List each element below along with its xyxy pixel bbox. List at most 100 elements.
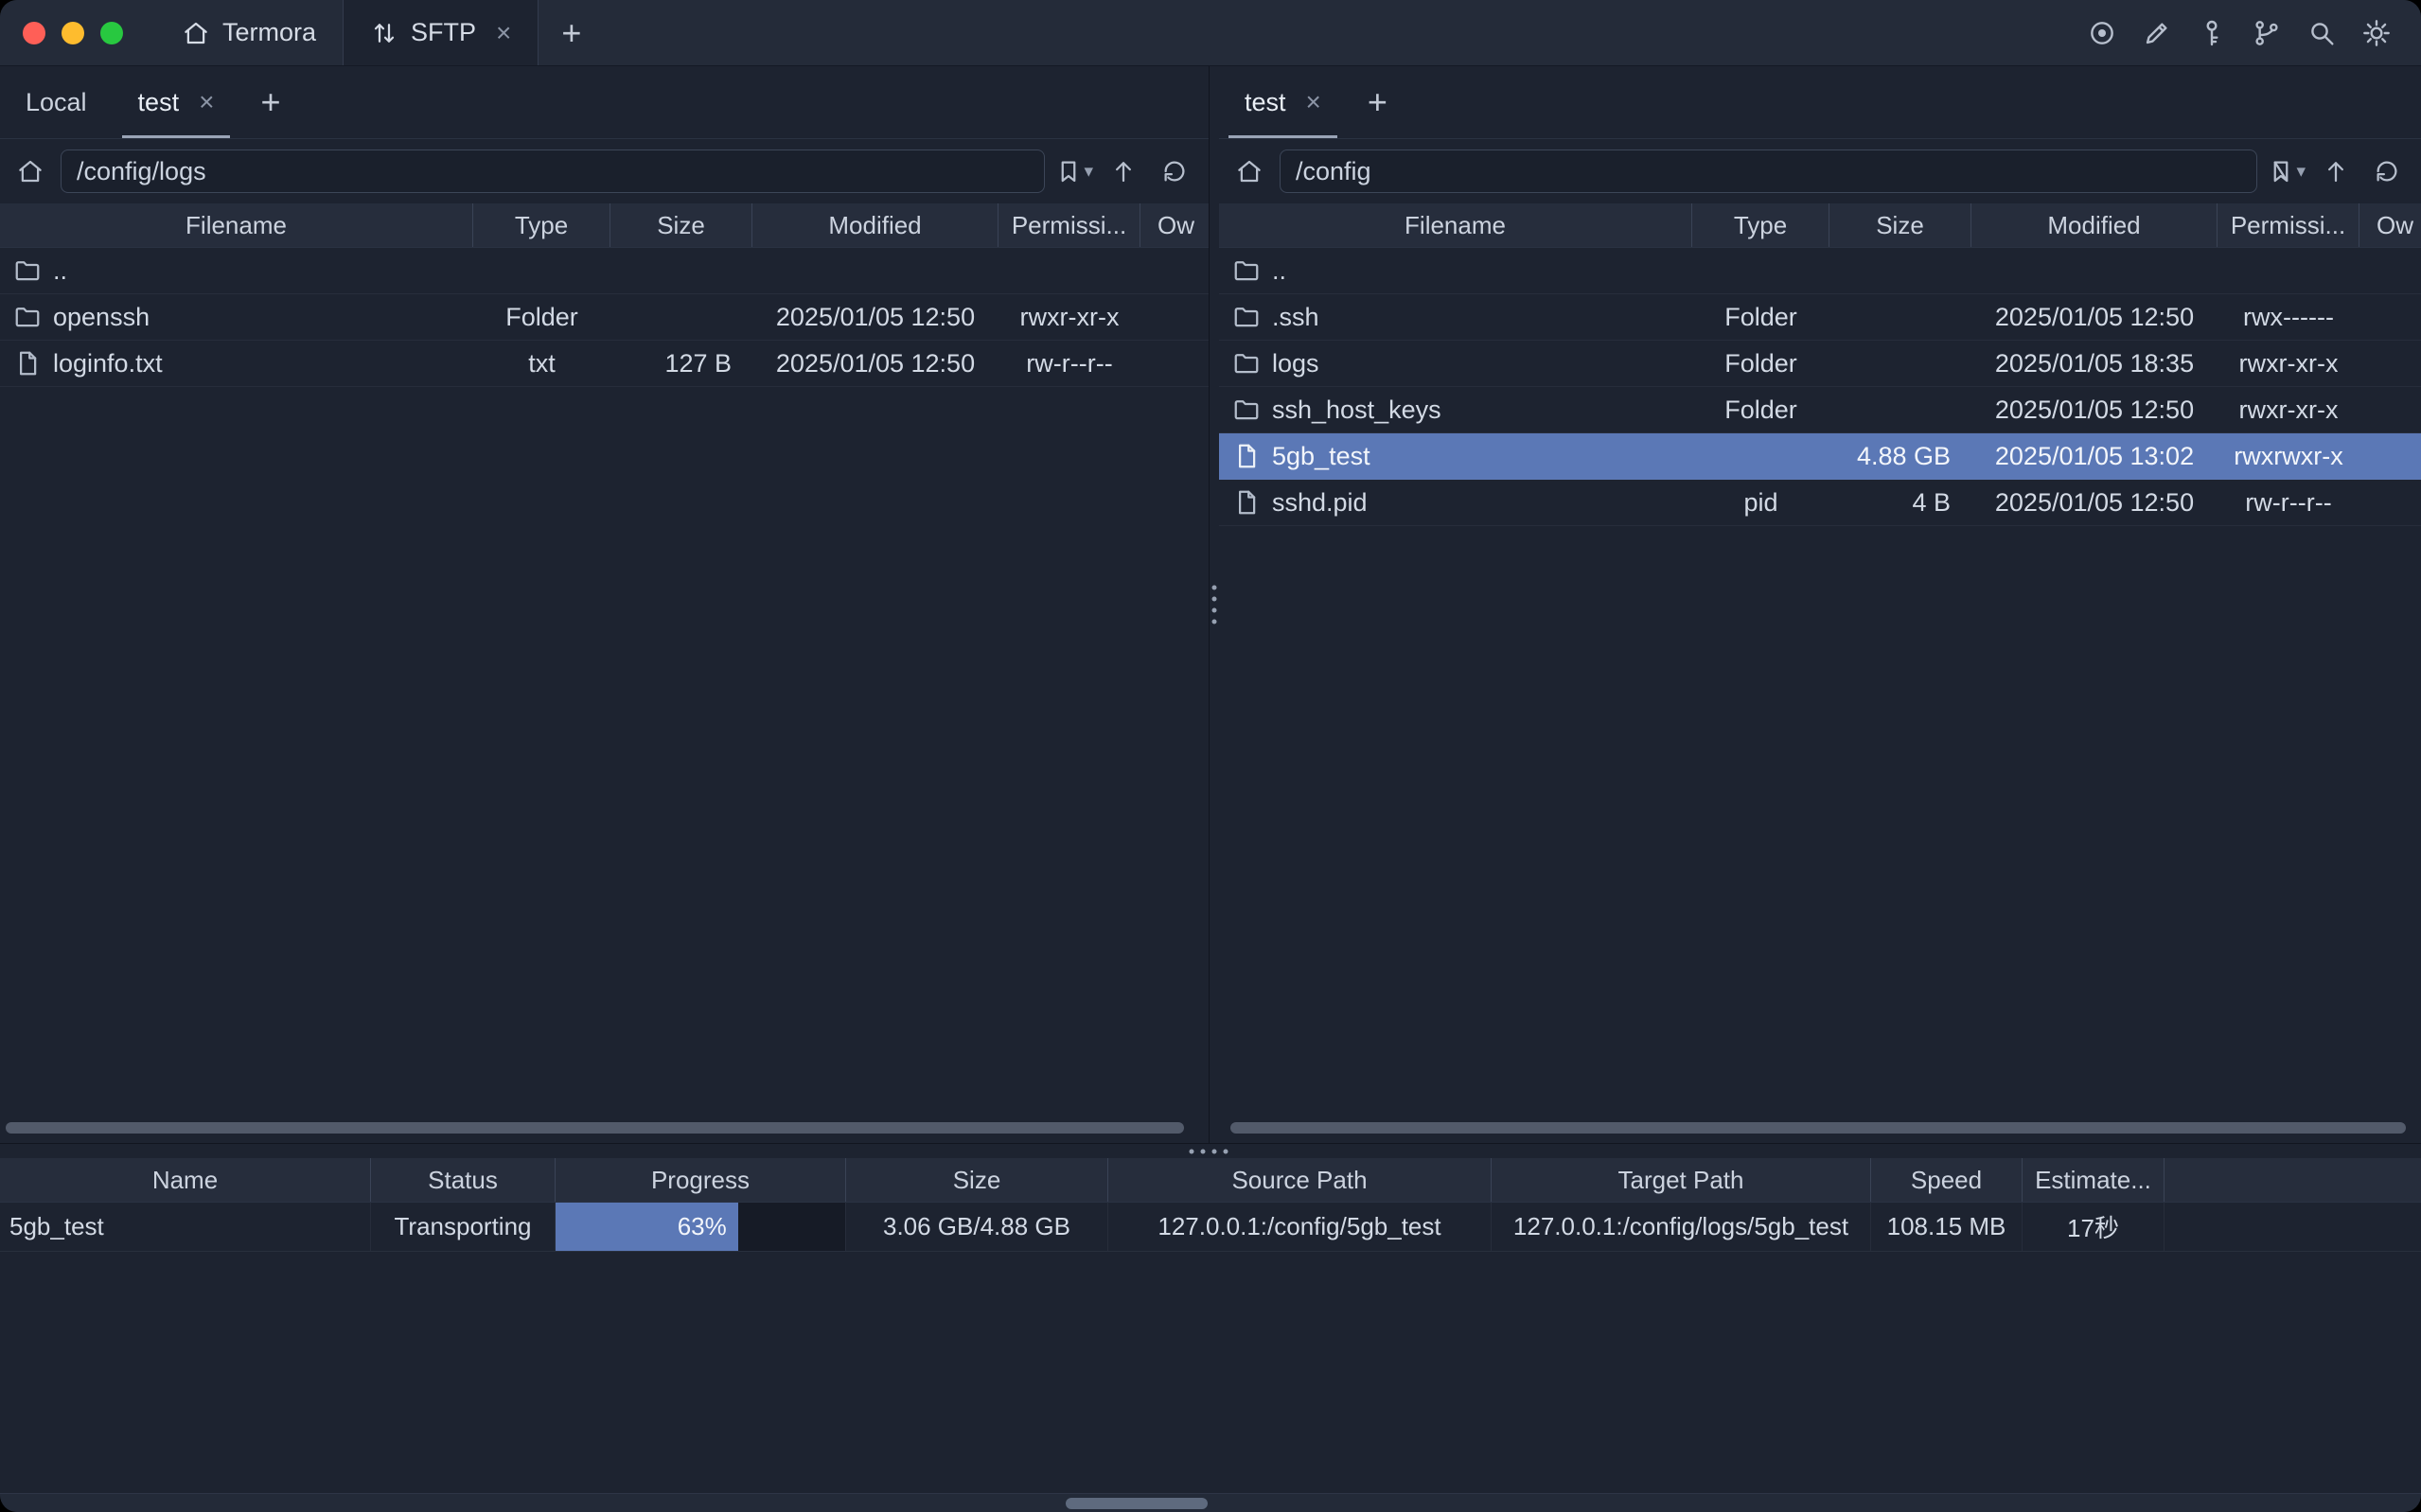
scrollbar-thumb[interactable] — [6, 1122, 1184, 1134]
column-header-modified[interactable]: Modified — [1971, 203, 2218, 247]
column-header-type[interactable]: Type — [473, 203, 610, 247]
cell-owner — [1140, 248, 1209, 293]
bookmark-button[interactable]: ▾ — [2267, 157, 2306, 185]
file-row[interactable]: .. — [1219, 248, 2421, 294]
column-header-source-path[interactable]: Source Path — [1108, 1158, 1492, 1202]
tab-test[interactable]: test × — [113, 66, 240, 138]
column-header-progress[interactable]: Progress — [556, 1158, 846, 1202]
tab-sftp-label: SFTP — [411, 18, 476, 47]
column-header-status[interactable]: Status — [371, 1158, 556, 1202]
tab-local[interactable]: Local — [0, 66, 113, 138]
parent-directory-button[interactable] — [1103, 150, 1144, 192]
refresh-button[interactable] — [1154, 150, 1195, 192]
file-row[interactable]: .. — [0, 248, 1209, 294]
filename-text: 5gb_test — [1272, 442, 1370, 471]
column-header-filename[interactable]: Filename — [0, 203, 473, 247]
scrollbar-thumb[interactable] — [1066, 1498, 1208, 1509]
tab-termora-label: Termora — [222, 18, 316, 47]
cell-filename: logs — [1219, 341, 1692, 386]
panel-split-handle-vertical[interactable] — [1209, 66, 1219, 1143]
bottom-horizontal-scrollbar[interactable] — [0, 1493, 2421, 1512]
cell-modified: 2025/01/05 18:35 — [1971, 341, 2218, 386]
add-session-tab-button[interactable]: + — [239, 66, 301, 138]
cell-size — [1829, 294, 1971, 340]
column-header-speed[interactable]: Speed — [1871, 1158, 2023, 1202]
scrollbar-thumb[interactable] — [1230, 1122, 2406, 1134]
new-window-tab-button[interactable]: + — [539, 0, 604, 65]
plus-icon: + — [260, 85, 280, 119]
column-header-type[interactable]: Type — [1692, 203, 1829, 247]
zoom-window-button[interactable] — [100, 22, 123, 44]
cell-owner — [2359, 387, 2421, 432]
panel-split-handle-horizontal[interactable] — [0, 1143, 2421, 1158]
column-header-estimate[interactable]: Estimate... — [2023, 1158, 2165, 1202]
column-header-size[interactable]: Size — [610, 203, 752, 247]
file-row[interactable]: loginfo.txttxt127 B2025/01/05 12:50rw-r-… — [0, 341, 1209, 387]
cell-progress: 63% — [556, 1203, 846, 1251]
horizontal-scrollbar[interactable] — [6, 1122, 1203, 1134]
parent-directory-button[interactable] — [2315, 150, 2357, 192]
file-row[interactable]: opensshFolder2025/01/05 12:50rwxr-xr-x — [0, 294, 1209, 341]
file-icon — [13, 349, 42, 378]
gear-icon — [2361, 18, 2392, 48]
left-panel: Local test × + — [0, 66, 1209, 1143]
keys-button[interactable] — [2190, 11, 2234, 55]
column-header-owner[interactable]: Ow — [2359, 203, 2421, 247]
cell-size: 4 B — [1829, 480, 1971, 525]
path-input[interactable] — [1280, 149, 2257, 193]
filename-text: logs — [1272, 349, 1319, 378]
transfer-row[interactable]: 5gb_testTransporting63%3.06 GB/4.88 GB12… — [0, 1203, 2421, 1252]
home-button[interactable] — [1228, 150, 1270, 192]
tab-termora[interactable]: Termora — [155, 0, 343, 65]
cell-owner — [2359, 294, 2421, 340]
column-header-name[interactable]: Name — [0, 1158, 371, 1202]
record-button[interactable] — [2080, 11, 2124, 55]
tab-test[interactable]: test × — [1219, 66, 1347, 138]
search-button[interactable] — [2300, 11, 2343, 55]
horizontal-scrollbar[interactable] — [1225, 1122, 2415, 1134]
port-forwarding-button[interactable] — [2245, 11, 2288, 55]
cell-size — [1829, 341, 1971, 386]
file-row[interactable]: 5gb_test4.88 GB2025/01/05 13:02rwxrwxr-x — [1219, 433, 2421, 480]
progress-bar: 63% — [556, 1203, 845, 1251]
tab-sftp[interactable]: SFTP × — [343, 0, 539, 65]
column-header-filler — [2165, 1158, 2421, 1202]
settings-button[interactable] — [2355, 11, 2398, 55]
refresh-button[interactable] — [2366, 150, 2408, 192]
column-header-size[interactable]: Size — [846, 1158, 1108, 1202]
chevron-down-icon[interactable]: ▾ — [2296, 163, 2306, 181]
column-header-permissions[interactable]: Permissi... — [2218, 203, 2359, 247]
file-row[interactable]: .sshFolder2025/01/05 12:50rwx------ — [1219, 294, 2421, 341]
file-row[interactable]: ssh_host_keysFolder2025/01/05 12:50rwxr-… — [1219, 387, 2421, 433]
close-tab-icon[interactable]: × — [1306, 89, 1321, 115]
cell-owner — [2359, 480, 2421, 525]
column-header-owner[interactable]: Ow — [1140, 203, 1209, 247]
home-button[interactable] — [9, 150, 51, 192]
column-header-target-path[interactable]: Target Path — [1492, 1158, 1871, 1202]
minimize-window-button[interactable] — [62, 22, 84, 44]
column-header-size[interactable]: Size — [1829, 203, 1971, 247]
plus-icon: + — [1368, 85, 1387, 119]
cell-type — [1692, 248, 1829, 293]
close-tab-icon[interactable]: × — [496, 20, 511, 46]
path-input[interactable] — [61, 149, 1045, 193]
close-tab-icon[interactable]: × — [199, 89, 214, 115]
cell-type: Folder — [1692, 387, 1829, 432]
file-row[interactable]: logsFolder2025/01/05 18:35rwxr-xr-x — [1219, 341, 2421, 387]
column-header-filename[interactable]: Filename — [1219, 203, 1692, 247]
cell-size — [1829, 248, 1971, 293]
close-window-button[interactable] — [23, 22, 45, 44]
file-icon — [1232, 488, 1261, 517]
file-row[interactable]: sshd.pidpid4 B2025/01/05 12:50rw-r--r-- — [1219, 480, 2421, 526]
bookmark-button[interactable]: ▾ — [1054, 157, 1093, 185]
titlebar: Termora SFTP × + — [0, 0, 2421, 66]
add-session-tab-button[interactable]: + — [1347, 66, 1408, 138]
cell-size — [610, 294, 752, 340]
column-header-permissions[interactable]: Permissi... — [998, 203, 1140, 247]
chevron-down-icon[interactable]: ▾ — [1084, 163, 1093, 181]
column-header-modified[interactable]: Modified — [752, 203, 998, 247]
left-file-table: ..opensshFolder2025/01/05 12:50rwxr-xr-x… — [0, 248, 1209, 1143]
folder-icon — [13, 303, 42, 331]
edit-button[interactable] — [2135, 11, 2179, 55]
cell-modified: 2025/01/05 12:50 — [1971, 480, 2218, 525]
